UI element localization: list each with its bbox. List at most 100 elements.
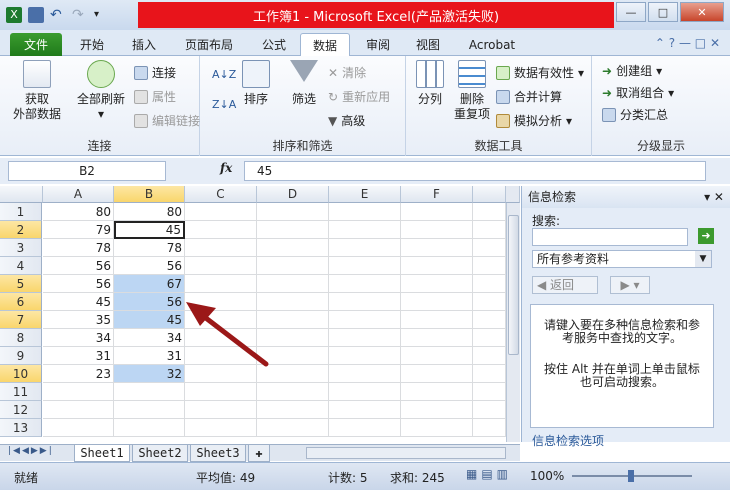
sheet-nav-arrows-icon[interactable]: |◀◀▶▶|: [8, 446, 54, 456]
tab-formulas[interactable]: 公式: [252, 33, 296, 56]
cell[interactable]: [473, 365, 506, 383]
cell[interactable]: [401, 311, 473, 329]
cell[interactable]: [43, 383, 114, 401]
cell[interactable]: [473, 239, 506, 257]
cell[interactable]: [185, 239, 257, 257]
reapply-button[interactable]: ↻ 重新应用: [328, 88, 390, 105]
row-header[interactable]: 12: [0, 401, 42, 419]
forward-button[interactable]: ▶ ▾: [610, 276, 650, 294]
row-header[interactable]: 3: [0, 239, 42, 257]
maximize-button[interactable]: □: [648, 2, 678, 22]
cell[interactable]: [401, 401, 473, 419]
what-if-button[interactable]: 模拟分析 ▾: [496, 112, 572, 129]
group-button[interactable]: ➜ 创建组 ▾: [602, 62, 662, 79]
tab-page-layout[interactable]: 页面布局: [176, 33, 242, 56]
row-header[interactable]: 2: [0, 221, 42, 239]
row-header[interactable]: 1: [0, 203, 42, 221]
tab-home[interactable]: 开始: [70, 33, 114, 56]
sort-za-icon[interactable]: Z↓A: [212, 98, 236, 111]
search-input[interactable]: [532, 228, 688, 246]
worksheet-grid[interactable]: A B C D E F 1 80 80 2 79 45 3 78 78 4 56 56 5 56 67 6 45…: [0, 186, 520, 442]
cell[interactable]: [257, 383, 329, 401]
cell[interactable]: 31: [114, 347, 185, 365]
cell[interactable]: [473, 329, 506, 347]
cell[interactable]: [473, 401, 506, 419]
cell[interactable]: 56: [114, 293, 185, 311]
back-button[interactable]: ◀ 返回: [532, 276, 598, 294]
cell[interactable]: [257, 275, 329, 293]
name-box[interactable]: B2: [8, 161, 166, 181]
cell[interactable]: 56: [43, 257, 114, 275]
save-icon[interactable]: [28, 7, 44, 23]
pane-close-icon[interactable]: ▾ ✕: [704, 190, 724, 204]
cell[interactable]: 31: [43, 347, 114, 365]
cell[interactable]: [401, 257, 473, 275]
sort-button[interactable]: 排序: [238, 60, 274, 107]
cell[interactable]: [329, 365, 401, 383]
filter-button[interactable]: 筛选: [284, 60, 324, 107]
zoom-slider-thumb[interactable]: [628, 470, 634, 482]
minimize-button[interactable]: —: [616, 2, 646, 22]
undo-icon[interactable]: ↶: [50, 7, 66, 23]
tab-insert[interactable]: 插入: [122, 33, 166, 56]
cell[interactable]: 45: [43, 293, 114, 311]
data-validation-button[interactable]: 数据有效性 ▾: [496, 64, 584, 81]
cell[interactable]: [401, 419, 473, 437]
cell[interactable]: [473, 221, 506, 239]
reference-scope-select[interactable]: 所有参考资料 ▼: [532, 250, 712, 268]
connections-button[interactable]: 连接: [134, 64, 176, 81]
insert-sheet-icon[interactable]: ✚: [248, 445, 270, 462]
active-cell[interactable]: 45: [114, 221, 185, 239]
cell[interactable]: [401, 221, 473, 239]
text-to-columns-button[interactable]: 分列: [410, 60, 450, 107]
tab-file[interactable]: 文件: [10, 33, 62, 56]
cell[interactable]: [473, 383, 506, 401]
cell[interactable]: 23: [43, 365, 114, 383]
cell[interactable]: [329, 203, 401, 221]
tab-review[interactable]: 审阅: [356, 33, 400, 56]
insert-function-icon[interactable]: fx: [220, 161, 242, 181]
cell[interactable]: [329, 419, 401, 437]
cell[interactable]: [401, 275, 473, 293]
cell[interactable]: [257, 203, 329, 221]
cell[interactable]: 80: [43, 203, 114, 221]
cell[interactable]: [185, 275, 257, 293]
scrollbar-thumb[interactable]: [508, 215, 519, 355]
sort-az-icon[interactable]: A↓Z: [212, 68, 236, 81]
cell[interactable]: [329, 329, 401, 347]
cell[interactable]: [185, 419, 257, 437]
row-header[interactable]: 6: [0, 293, 42, 311]
cell[interactable]: [257, 221, 329, 239]
tab-sheet1[interactable]: Sheet1: [74, 445, 130, 462]
cell[interactable]: [329, 293, 401, 311]
cell[interactable]: [473, 419, 506, 437]
search-go-icon[interactable]: ➜: [698, 228, 714, 244]
cell[interactable]: [401, 329, 473, 347]
cell[interactable]: [473, 293, 506, 311]
cell[interactable]: 45: [114, 311, 185, 329]
cell[interactable]: [185, 203, 257, 221]
get-external-data-button[interactable]: 获取 外部数据: [6, 60, 68, 122]
cell[interactable]: [329, 347, 401, 365]
vertical-scrollbar-top[interactable]: [506, 186, 520, 203]
cell[interactable]: [329, 383, 401, 401]
research-options-link[interactable]: 信息检索选项: [532, 432, 604, 449]
row-header[interactable]: 5: [0, 275, 42, 293]
cell[interactable]: [114, 401, 185, 419]
clear-button[interactable]: ✕ 清除: [328, 64, 366, 81]
horizontal-scrollbar[interactable]: [306, 447, 506, 459]
cell[interactable]: 32: [114, 365, 185, 383]
cell[interactable]: [401, 365, 473, 383]
ungroup-button[interactable]: ➜ 取消组合 ▾: [602, 84, 674, 101]
cell[interactable]: [473, 275, 506, 293]
cell[interactable]: [43, 419, 114, 437]
tab-sheet3[interactable]: Sheet3: [190, 445, 246, 462]
cell[interactable]: [473, 203, 506, 221]
cell[interactable]: [473, 311, 506, 329]
cell[interactable]: [329, 401, 401, 419]
row-header[interactable]: 7: [0, 311, 42, 329]
advanced-button[interactable]: ▼ 高级: [328, 112, 365, 129]
consolidate-button[interactable]: 合并计算: [496, 88, 562, 105]
vertical-scrollbar[interactable]: [506, 203, 520, 442]
tab-sheet2[interactable]: Sheet2: [132, 445, 188, 462]
